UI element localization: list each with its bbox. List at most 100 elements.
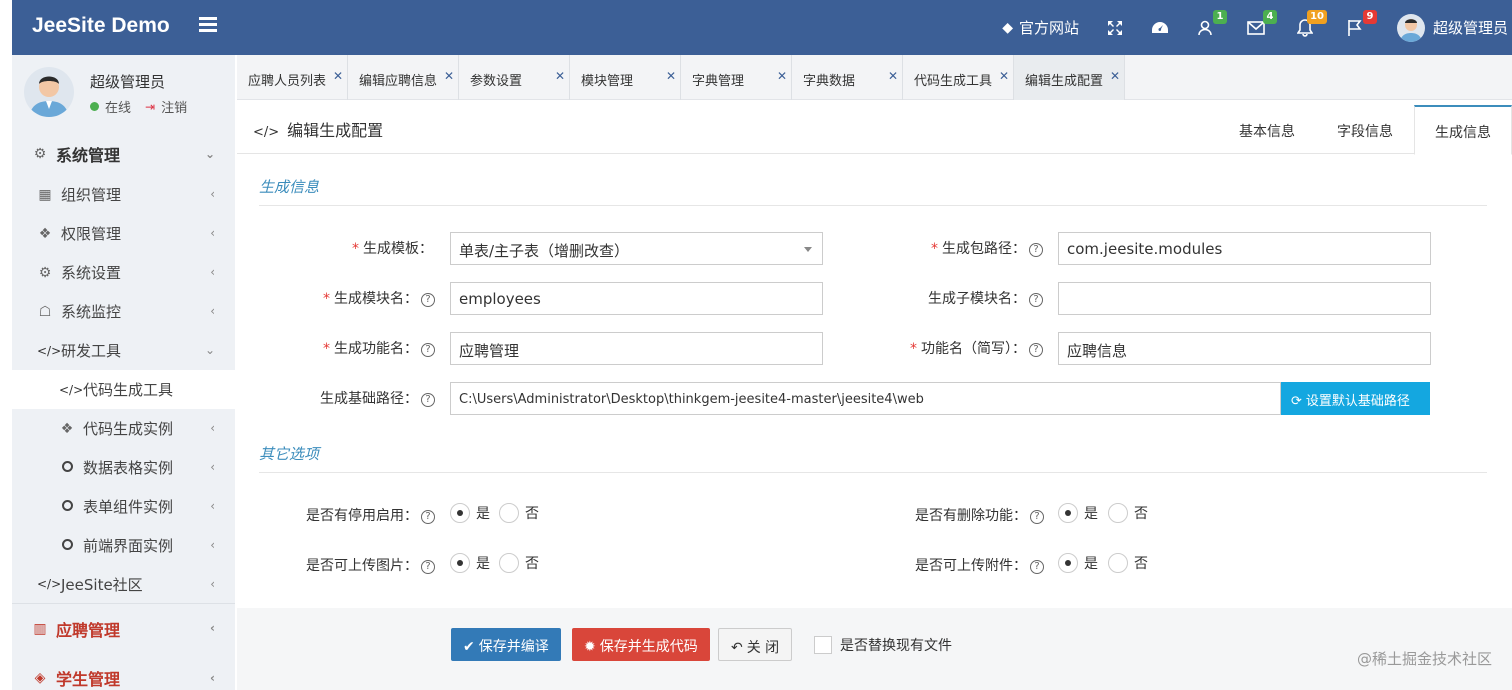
online-status: 在线 xyxy=(105,101,132,116)
sidebar-item-label: 系统管理 xyxy=(56,146,121,165)
sidebar-item-label: 代码生成实例 xyxy=(83,420,174,438)
logout-link[interactable]: 注销 xyxy=(161,97,187,116)
set-default-path-label: 设置默认基础路径 xyxy=(1305,394,1410,409)
app-title[interactable]: JeeSite Demo xyxy=(32,14,170,38)
close-icon[interactable]: ✕ xyxy=(666,69,676,83)
tab-dict[interactable]: 字典管理 ✕ xyxy=(681,55,792,100)
sidebar-item-settings[interactable]: ⚙ 系统设置 ‹ xyxy=(12,253,235,292)
upload-file-no-radio[interactable]: 否 xyxy=(1108,553,1148,573)
sidebar-item-monitor[interactable]: ☖ 系统监控 ‹ xyxy=(12,292,235,331)
tab-codegen-tool[interactable]: 代码生成工具 ✕ xyxy=(903,55,1014,100)
sidebar-item-label: 研发工具 xyxy=(61,342,122,360)
user-status: 在线 ⇥ 注销 xyxy=(90,97,187,116)
enable-yes-radio[interactable]: 是 xyxy=(450,503,490,523)
menu-toggle-icon[interactable] xyxy=(199,17,217,32)
sidebar-item-codegen-tool[interactable]: </> 代码生成工具 xyxy=(12,370,235,409)
circle-icon xyxy=(59,460,75,476)
close-icon[interactable]: ✕ xyxy=(999,69,1009,83)
close-icon[interactable]: ✕ xyxy=(1110,69,1120,83)
sidebar-item-system[interactable]: ⚙ 系统管理 ⌄ xyxy=(12,133,235,175)
sidebar-item-permission[interactable]: ❖ 权限管理 ‹ xyxy=(12,214,235,253)
sidebar-item-students[interactable]: ◈ 学生管理 ‹ xyxy=(12,654,235,690)
set-default-path-button[interactable]: ⟳ 设置默认基础路径 xyxy=(1281,382,1430,415)
online-dot-icon xyxy=(90,102,99,111)
help-icon: ? xyxy=(1030,510,1044,524)
user-menu[interactable]: 超级管理员 xyxy=(1383,0,1512,55)
help-icon: ? xyxy=(1029,243,1043,257)
help-icon: ? xyxy=(421,343,435,357)
gear-icon: ⚙ xyxy=(33,146,47,162)
caret-down-icon xyxy=(804,247,812,252)
save-compile-button[interactable]: ✔ 保存并编译 xyxy=(451,628,561,661)
close-label: 关 闭 xyxy=(746,640,780,656)
upload-file-yes-radio[interactable]: 是 xyxy=(1058,553,1098,573)
close-icon[interactable]: ✕ xyxy=(555,69,565,83)
tab-edit-applicant[interactable]: 编辑应聘信息 ✕ xyxy=(348,55,459,100)
page-tabs-bar: 应聘人员列表 ✕ 编辑应聘信息 ✕ 参数设置 ✕ 模块管理 ✕ 字典管理 ✕ 字典数据 ✕ … xyxy=(237,55,1512,100)
delete-yes-radio[interactable]: 是 xyxy=(1058,503,1098,523)
code-icon: </> xyxy=(37,577,62,591)
function-input[interactable]: 应聘管理 xyxy=(450,332,823,365)
code-icon: </> xyxy=(37,343,62,358)
sidebar-item-frontend-example[interactable]: 前端界面实例 ‹ xyxy=(12,526,235,565)
bell-button[interactable]: 10 xyxy=(1283,0,1333,55)
close-icon[interactable]: ✕ xyxy=(333,69,343,83)
sidebar-item-label: 系统设置 xyxy=(61,264,122,282)
function-short-input[interactable]: 应聘信息 xyxy=(1058,332,1431,365)
official-site-link[interactable]: ◆ 官方网站 xyxy=(988,0,1093,55)
tab-params[interactable]: 参数设置 ✕ xyxy=(459,55,570,100)
chevron-left-icon: ‹ xyxy=(210,304,215,318)
tab-gen-info[interactable]: 生成信息 xyxy=(1414,105,1512,155)
tab-label: 应聘人员列表 xyxy=(248,74,327,89)
tab-field-info[interactable]: 字段信息 xyxy=(1316,105,1414,155)
chevron-left-icon: ‹ xyxy=(210,226,215,240)
sidebar-item-label: 权限管理 xyxy=(61,225,122,243)
user-panel: 超级管理员 在线 ⇥ 注销 xyxy=(12,55,235,133)
dashboard-button[interactable] xyxy=(1137,0,1183,55)
enable-no-radio[interactable]: 否 xyxy=(499,503,539,523)
package-input[interactable]: com.jeesite.modules xyxy=(1058,232,1431,265)
mail-button[interactable]: 4 xyxy=(1233,0,1283,55)
close-icon[interactable]: ✕ xyxy=(777,69,787,83)
delete-no-radio[interactable]: 否 xyxy=(1108,503,1148,523)
tab-modules[interactable]: 模块管理 ✕ xyxy=(570,55,681,100)
sidebar-item-codegen-example[interactable]: ❖ 代码生成实例 ‹ xyxy=(12,409,235,448)
help-icon: ? xyxy=(421,393,435,407)
chevron-left-icon: ‹ xyxy=(210,671,215,685)
cubes-icon: ❖ xyxy=(38,225,52,242)
tab-dict-data[interactable]: 字典数据 ✕ xyxy=(792,55,903,100)
module-input[interactable]: employees xyxy=(450,282,823,315)
basepath-input[interactable]: C:\Users\Administrator\Desktop\thinkgem-… xyxy=(450,382,1281,415)
sidebar-item-datatable-example[interactable]: 数据表格实例 ‹ xyxy=(12,448,235,487)
close-button[interactable]: ↶ 关 闭 xyxy=(718,628,793,661)
template-label: * 生成模板： xyxy=(352,241,433,257)
tab-basic-info[interactable]: 基本信息 xyxy=(1218,105,1316,155)
sidebar-item-org[interactable]: ▦ 组织管理 ‹ xyxy=(12,175,235,214)
avatar xyxy=(24,67,74,117)
sidebar-item-form-example[interactable]: 表单组件实例 ‹ xyxy=(12,487,235,526)
function-label: * 生成功能名：? xyxy=(237,338,435,358)
replace-files-checkbox[interactable]: 是否替换现有文件 xyxy=(814,635,952,655)
sidebar-item-community[interactable]: </> JeeSite社区 ‹ xyxy=(12,565,235,604)
submodule-input[interactable] xyxy=(1058,282,1431,315)
template-select[interactable]: 单表/主子表（增删改查） xyxy=(450,232,823,265)
close-icon[interactable]: ✕ xyxy=(888,69,898,83)
monitor-icon: ☖ xyxy=(38,303,52,320)
save-generate-button[interactable]: ✹ 保存并生成代码 xyxy=(572,628,710,661)
close-icon[interactable]: ✕ xyxy=(444,69,454,83)
upload-image-no-radio[interactable]: 否 xyxy=(499,553,539,573)
chevron-left-icon: ‹ xyxy=(210,460,215,474)
fullscreen-button[interactable] xyxy=(1093,0,1137,55)
sidebar-item-devtools[interactable]: </> 研发工具 ⌄ xyxy=(12,331,235,370)
radio-unchecked-icon xyxy=(1108,553,1128,573)
sidebar-item-recruitment[interactable]: ▥ 应聘管理 ‹ xyxy=(12,604,235,654)
radio-unchecked-icon xyxy=(499,553,519,573)
dashboard-icon xyxy=(1151,21,1168,33)
help-icon: ? xyxy=(421,293,435,307)
flag-button[interactable]: 9 xyxy=(1333,0,1383,55)
tab-applicant-list[interactable]: 应聘人员列表 ✕ xyxy=(237,55,348,100)
template-value: 单表/主子表（增删改查） xyxy=(459,242,630,260)
users-notify-button[interactable]: 1 xyxy=(1183,0,1233,55)
upload-image-yes-radio[interactable]: 是 xyxy=(450,553,490,573)
tab-edit-gen-config[interactable]: 编辑生成配置 ✕ xyxy=(1014,55,1125,100)
